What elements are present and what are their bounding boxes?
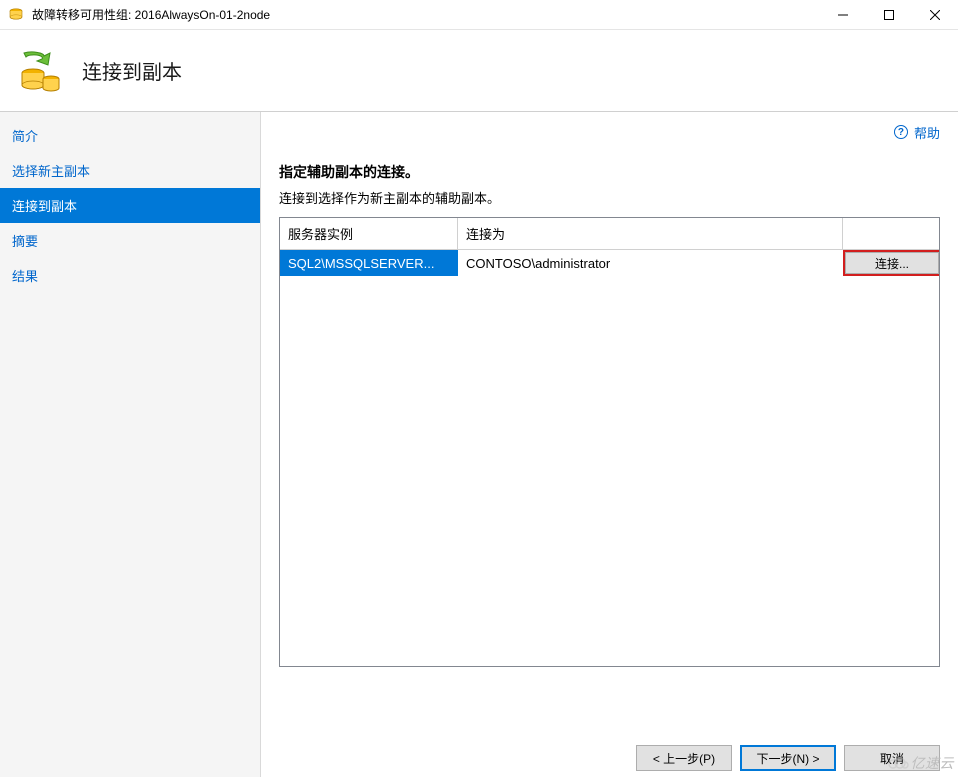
window-titlebar: 故障转移可用性组: 2016AlwaysOn-01-2node [0,0,958,30]
help-link[interactable]: ? 帮助 [279,122,940,142]
step-select-primary[interactable]: 选择新主副本 [0,153,260,188]
cell-connect-as: CONTOSO\administrator [458,250,843,276]
maximize-button[interactable] [866,0,912,29]
minimize-button[interactable] [820,0,866,29]
column-connect-as[interactable]: 连接为 [458,218,843,250]
step-results[interactable]: 结果 [0,258,260,293]
grid-header: 服务器实例 连接为 [280,218,939,250]
wizard-steps-sidebar: 简介 选择新主副本 连接到副本 摘要 结果 [0,112,261,777]
column-server-instance[interactable]: 服务器实例 [280,218,458,250]
page-title: 连接到副本 [82,56,182,85]
database-refresh-icon [16,47,64,95]
wizard-navigation-buttons: < 上一步(P) 下一步(N) > 取消 [636,745,940,771]
back-button[interactable]: < 上一步(P) [636,745,732,771]
grid-row[interactable]: SQL2\MSSQLSERVER... CONTOSO\administrato… [280,250,939,276]
wizard-content: ? 帮助 指定辅助副本的连接。 连接到选择作为新主副本的辅助副本。 服务器实例 … [261,112,958,777]
app-icon [8,7,24,23]
section-subheading: 连接到选择作为新主副本的辅助副本。 [279,188,940,207]
close-button[interactable] [912,0,958,29]
step-intro[interactable]: 简介 [0,118,260,153]
help-icon: ? [894,125,908,139]
cell-connect-action: 连接... [843,250,939,276]
cell-server-instance[interactable]: SQL2\MSSQLSERVER... [280,250,458,276]
wizard-body: 简介 选择新主副本 连接到副本 摘要 结果 ? 帮助 指定辅助副本的连接。 连接… [0,112,958,777]
cancel-button[interactable]: 取消 [844,745,940,771]
column-action [843,218,939,250]
wizard-header: 连接到副本 [0,30,958,112]
step-summary[interactable]: 摘要 [0,223,260,258]
help-label: 帮助 [914,123,940,142]
step-connect-replicas[interactable]: 连接到副本 [0,188,260,223]
section-heading: 指定辅助副本的连接。 [279,162,940,182]
replica-connection-grid: 服务器实例 连接为 SQL2\MSSQLSERVER... CONTOSO\ad… [279,217,940,667]
window-controls [820,0,958,29]
window-title: 故障转移可用性组: 2016AlwaysOn-01-2node [32,6,820,23]
connect-button[interactable]: 连接... [845,252,939,274]
next-button[interactable]: 下一步(N) > [740,745,836,771]
